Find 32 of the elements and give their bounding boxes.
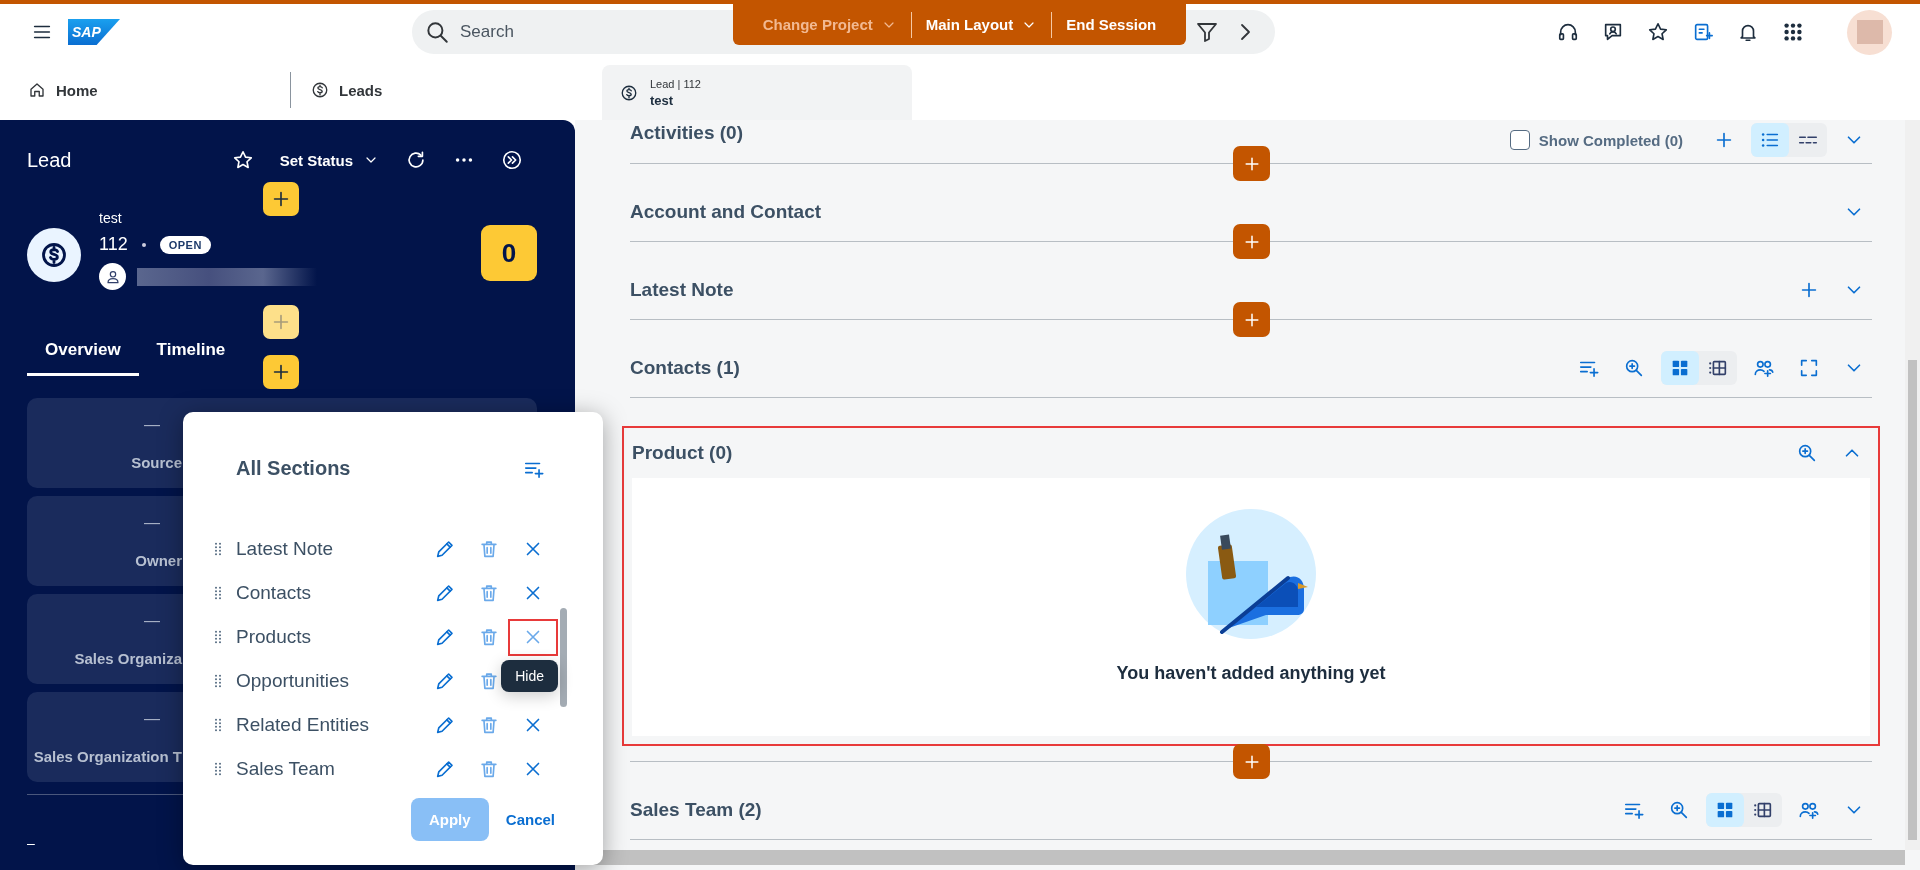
field-value: — <box>144 611 160 630</box>
section-title: Sales Team (2) <box>630 798 762 821</box>
section-name: Contacts <box>236 582 312 604</box>
tab-title: test <box>650 92 675 108</box>
panel-title: Lead <box>27 148 72 172</box>
field-label: Sales Organiza <box>74 649 182 667</box>
field-label: Source <box>131 453 182 471</box>
checkbox-label: Show Completed (0) <box>1538 131 1683 149</box>
tab-caption: Lead | 112 <box>650 77 701 90</box>
section-title: Product (0) <box>632 442 733 464</box>
section-name: Products <box>236 626 312 648</box>
section-name: Sales Team <box>236 758 336 780</box>
section-title: Account and Contact <box>630 200 822 223</box>
empty-message: You haven't added anything yet <box>1116 663 1386 684</box>
field-label: Sales Organization T <box>33 747 182 765</box>
field-value: — <box>144 415 160 434</box>
section-name: Related Entities <box>236 714 371 736</box>
section-name: Opportunities <box>236 670 350 692</box>
field-value: — <box>144 709 160 728</box>
field-value: — <box>144 513 160 532</box>
field-value: – <box>27 835 35 851</box>
lead-name: test <box>99 210 123 226</box>
lead-number: 112 <box>99 234 128 255</box>
tooltip: Hide <box>501 659 558 692</box>
dialog-title: All Sections <box>236 457 351 480</box>
section-name: Latest Note <box>236 538 335 560</box>
status-badge: OPEN <box>159 235 211 254</box>
section-title: Contacts (1) <box>630 356 740 379</box>
field-label: Owner <box>135 551 182 569</box>
section-title: Activities (0) <box>630 122 743 144</box>
score-badge: 0 <box>481 225 537 281</box>
section-title: Latest Note <box>630 278 734 301</box>
